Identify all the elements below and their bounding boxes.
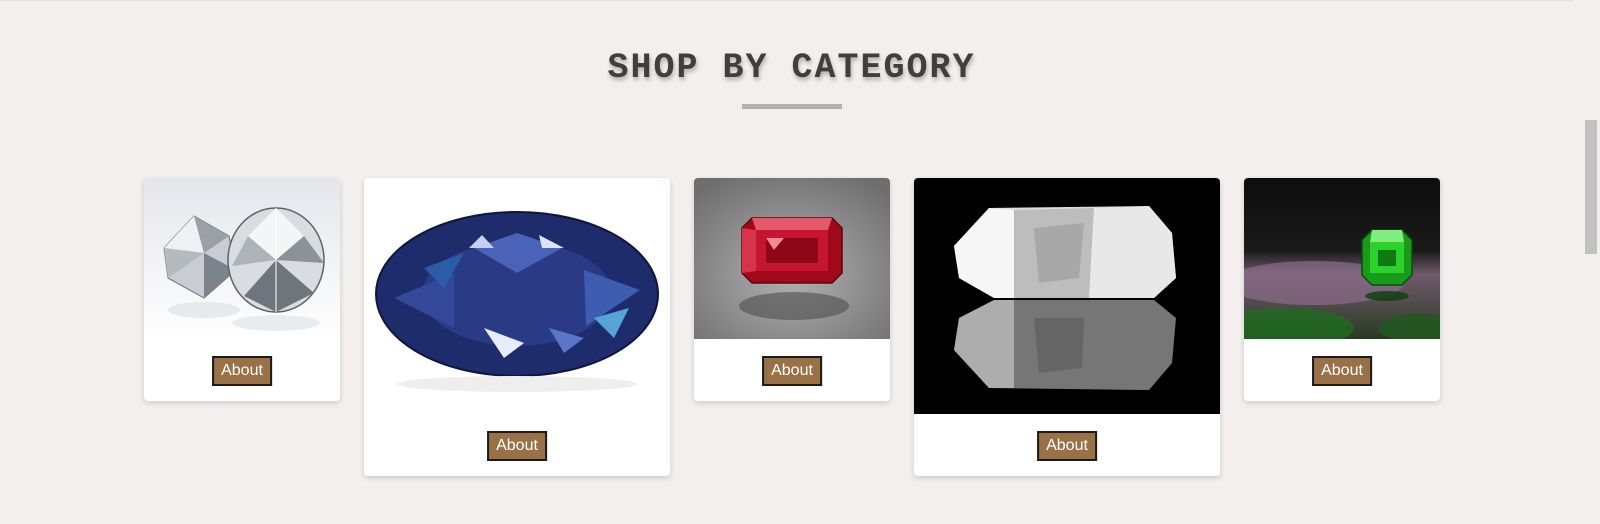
category-card-ruby: About [694, 178, 890, 401]
top-divider [0, 0, 1573, 1]
sapphire-image[interactable] [364, 178, 670, 414]
title-underline [742, 104, 842, 109]
ruby-image[interactable] [694, 178, 890, 339]
category-card-diamond: About [144, 178, 340, 401]
section-title: SHOP BY CATEGORY [607, 48, 976, 88]
about-button-ruby[interactable]: About [762, 356, 822, 386]
quartz-image[interactable] [914, 178, 1220, 414]
about-button-emerald[interactable]: About [1312, 356, 1372, 386]
vertical-scrollbar[interactable] [1583, 0, 1600, 524]
category-card-sapphire: About [364, 178, 670, 476]
category-card-emerald: About [1244, 178, 1440, 401]
emerald-image[interactable] [1244, 178, 1440, 339]
about-button-diamond[interactable]: About [212, 356, 272, 386]
scrollbar-thumb[interactable] [1585, 120, 1597, 254]
about-button-sapphire[interactable]: About [487, 431, 547, 461]
category-card-quartz: About [914, 178, 1220, 476]
about-button-quartz[interactable]: About [1037, 431, 1097, 461]
diamond-image[interactable] [144, 178, 340, 339]
